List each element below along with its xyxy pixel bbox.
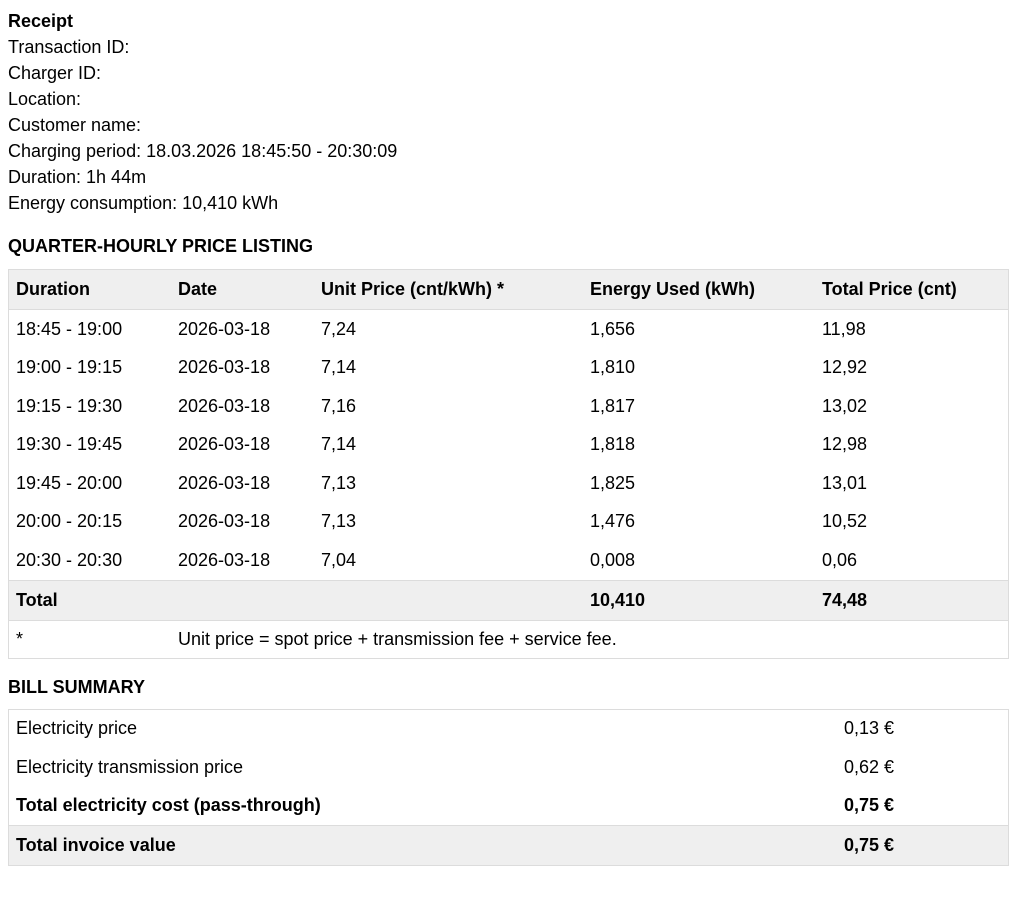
total-energy: 10,410: [583, 579, 815, 621]
cell-unit-price: 7,16: [321, 395, 357, 416]
receipt-header: Receipt Transaction ID: Charger ID: Loca…: [8, 8, 1009, 216]
bill-value: 0,75 €: [837, 825, 1009, 865]
cell-total-price: 12,98: [822, 434, 868, 455]
header-total-price: Total Price (cnt): [815, 269, 1009, 310]
total-empty-date: [171, 579, 314, 621]
price-listing-title: QUARTER-HOURLY PRICE LISTING: [8, 236, 314, 256]
cell-energy-used: 1,818: [590, 434, 636, 455]
bill-row-total-invoice-value: Total invoice value 0,75 €: [8, 825, 1009, 865]
table-row: 20:00 - 20:15 2026-03-18 7,13 1,476 10,5…: [9, 503, 1009, 542]
bill-value: 0,13 €: [844, 718, 895, 739]
cell-energy-used: 1,825: [590, 472, 636, 493]
cell-unit-price: 7,13: [321, 472, 357, 493]
footnote-row: * Unit price = spot price + transmission…: [9, 620, 1009, 658]
customer-name-line: Customer name:: [8, 115, 142, 135]
header-duration: Duration: [8, 269, 171, 310]
bill-row-total-electricity-cost: Total electricity cost (pass-through) 0,…: [9, 787, 1009, 826]
table-row: 19:45 - 20:00 2026-03-18 7,13 1,825 13,0…: [9, 464, 1009, 503]
cell-unit-price: 7,14: [321, 357, 357, 378]
bill-value: 0,62 €: [844, 756, 895, 777]
location-line: Location:: [8, 89, 82, 109]
price-listing-table: Duration Date Unit Price (cnt/kWh) * Ene…: [8, 269, 1009, 659]
cell-duration: 20:30 - 20:30: [16, 549, 123, 570]
cell-date: 2026-03-18: [178, 357, 271, 378]
cell-unit-price: 7,04: [321, 549, 357, 570]
total-label: Total: [8, 579, 171, 621]
bill-row-transmission-price: Electricity transmission price 0,62 €: [9, 748, 1009, 787]
bill-label: Electricity transmission price: [16, 756, 244, 777]
header-energy-used: Energy Used (kWh): [583, 269, 815, 310]
cell-energy-used: 1,810: [590, 357, 636, 378]
cell-duration: 19:45 - 20:00: [16, 472, 123, 493]
cell-duration: 19:00 - 19:15: [16, 357, 123, 378]
duration-line: Duration: 1h 44m: [8, 167, 147, 187]
total-row: Total 10,410 74,48: [8, 579, 1009, 621]
cell-unit-price: 7,13: [321, 511, 357, 532]
cell-date: 2026-03-18: [178, 318, 271, 339]
bill-value: 0,75 €: [844, 795, 895, 816]
total-price: 74,48: [815, 579, 1009, 621]
table-row: 19:15 - 19:30 2026-03-18 7,16 1,817 13,0…: [9, 387, 1009, 426]
cell-date: 2026-03-18: [178, 434, 271, 455]
cell-duration: 20:00 - 20:15: [16, 511, 123, 532]
bill-label: Electricity price: [16, 718, 138, 739]
cell-date: 2026-03-18: [178, 472, 271, 493]
price-table-header-row: Duration Date Unit Price (cnt/kWh) * Ene…: [8, 269, 1009, 310]
table-row: 20:30 - 20:30 2026-03-18 7,04 0,008 0,06: [9, 541, 1009, 580]
header-date: Date: [171, 269, 314, 310]
charger-id-line: Charger ID:: [8, 63, 102, 83]
cell-duration: 19:15 - 19:30: [16, 395, 123, 416]
cell-date: 2026-03-18: [178, 511, 271, 532]
cell-energy-used: 1,476: [590, 511, 636, 532]
cell-unit-price: 7,14: [321, 434, 357, 455]
receipt-page: Receipt Transaction ID: Charger ID: Loca…: [8, 8, 1009, 866]
table-row: 19:00 - 19:15 2026-03-18 7,14 1,810 12,9…: [9, 349, 1009, 388]
bill-row-electricity-price: Electricity price 0,13 €: [9, 709, 1009, 748]
cell-total-price: 13,02: [822, 395, 868, 416]
bill-label: Total electricity cost (pass-through): [16, 795, 321, 816]
cell-total-price: 10,52: [822, 511, 868, 532]
cell-total-price: 13,01: [822, 472, 868, 493]
cell-date: 2026-03-18: [178, 395, 271, 416]
header-unit-price: Unit Price (cnt/kWh) *: [314, 269, 583, 310]
bill-label: Total invoice value: [8, 825, 837, 865]
cell-duration: 19:30 - 19:45: [16, 434, 123, 455]
table-row: 18:45 - 19:00 2026-03-18 7,24 1,656 11,9…: [9, 310, 1009, 349]
footnote-marker: *: [16, 628, 24, 649]
table-row: 19:30 - 19:45 2026-03-18 7,14 1,818 12,9…: [9, 426, 1009, 465]
total-empty-unit: [314, 579, 583, 621]
cell-energy-used: 0,008: [590, 549, 636, 570]
bill-summary-table: Electricity price 0,13 € Electricity tra…: [8, 708, 1009, 866]
cell-total-price: 12,92: [822, 357, 868, 378]
transaction-id-line: Transaction ID:: [8, 37, 130, 57]
cell-total-price: 11,98: [822, 318, 866, 339]
cell-total-price: 0,06: [822, 549, 858, 570]
bill-summary-title: BILL SUMMARY: [8, 676, 145, 697]
cell-energy-used: 1,656: [590, 318, 636, 339]
receipt-title: Receipt: [8, 11, 74, 31]
footnote-text: Unit price = spot price + transmission f…: [178, 628, 617, 649]
charging-period-line: Charging period: 18.03.2026 18:45:50 - 2…: [8, 141, 398, 161]
energy-consumption-line: Energy consumption: 10,410 kWh: [8, 193, 279, 213]
cell-duration: 18:45 - 19:00: [16, 318, 123, 339]
cell-unit-price: 7,24: [321, 318, 357, 339]
cell-date: 2026-03-18: [178, 549, 271, 570]
cell-energy-used: 1,817: [590, 395, 636, 416]
